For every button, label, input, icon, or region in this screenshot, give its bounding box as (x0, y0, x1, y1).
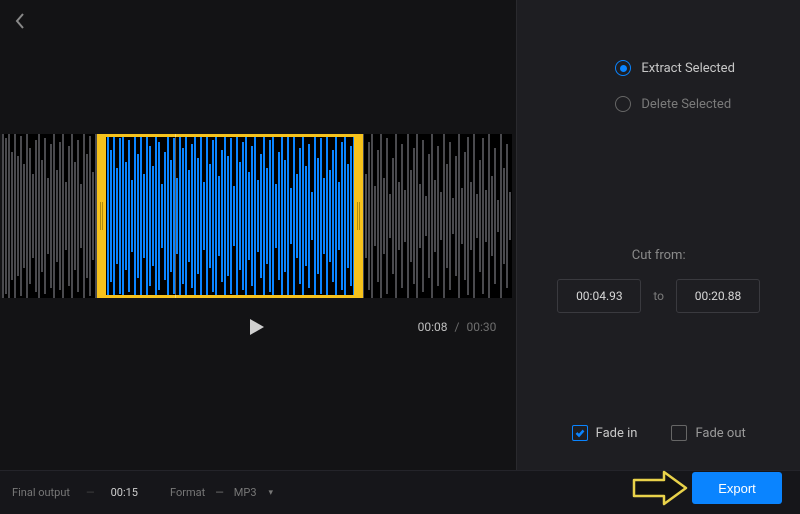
export-area: Export (630, 468, 782, 508)
radio-extract-selected[interactable]: Extract Selected (615, 60, 800, 76)
time-separator: / (455, 320, 460, 334)
checkbox-fade-in[interactable]: Fade in (572, 425, 638, 441)
checkbox-icon (572, 425, 588, 441)
chevron-down-icon: ▾ (269, 488, 274, 498)
format-label: Format (170, 486, 205, 499)
editor-panel: 00:08 / 00:30 (0, 0, 516, 471)
time-display: 00:08 / 00:30 (418, 320, 497, 334)
back-button[interactable] (14, 12, 26, 34)
arrow-annotation-icon (630, 468, 690, 508)
fade-out-label: Fade out (695, 426, 745, 441)
cut-to-input[interactable]: 00:20.88 (676, 279, 760, 313)
waveform-area[interactable] (2, 134, 512, 298)
fade-in-label: Fade in (596, 426, 638, 441)
final-output-label: Final output (12, 486, 70, 499)
cut-from-input[interactable]: 00:04.93 (557, 279, 641, 313)
cut-from-label: Cut from: (517, 248, 800, 263)
final-output-value: 00:15 (111, 486, 138, 499)
waveform-background (2, 134, 512, 298)
settings-panel: Extract Selected Delete Selected Cut fro… (516, 0, 800, 471)
play-button[interactable] (245, 316, 267, 342)
radio-extract-label: Extract Selected (641, 61, 735, 76)
selection-handle-right[interactable] (354, 134, 363, 298)
radio-dot-icon (615, 60, 631, 76)
format-selector[interactable]: Format — MP3 ▾ (170, 486, 273, 499)
checkbox-icon (671, 425, 687, 441)
radio-delete-selected[interactable]: Delete Selected (615, 96, 800, 112)
checkbox-fade-out[interactable]: Fade out (671, 425, 745, 441)
radio-dot-icon (615, 96, 631, 112)
export-button[interactable]: Export (692, 472, 782, 504)
time-current: 00:08 (418, 320, 448, 334)
time-total: 00:30 (466, 320, 496, 334)
final-output-info: Final output — 00:15 (12, 486, 138, 499)
cut-to-label: to (653, 289, 664, 303)
radio-delete-label: Delete Selected (641, 97, 731, 112)
format-value: MP3 (234, 486, 257, 499)
selection-handle-left[interactable] (97, 134, 106, 298)
playhead[interactable] (175, 134, 176, 298)
